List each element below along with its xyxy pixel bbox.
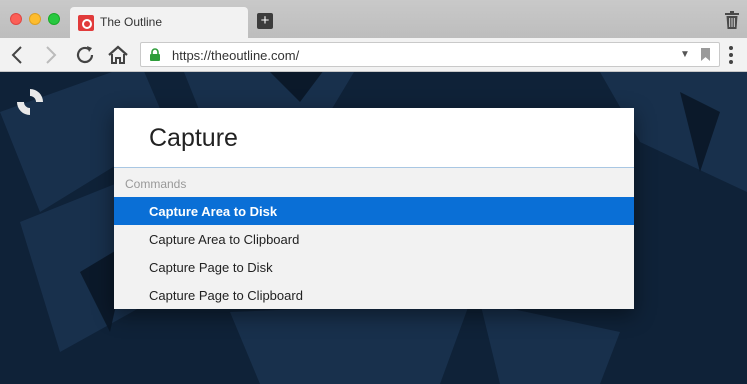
- command-label: Capture Area to Clipboard: [149, 232, 300, 247]
- command-label: Capture Area to Disk: [149, 204, 278, 219]
- chevron-left-icon[interactable]: [6, 43, 30, 67]
- url-dropdown-icon[interactable]: ▼: [680, 49, 690, 60]
- command-item[interactable]: Capture Area to Clipboard: [114, 225, 634, 253]
- new-tab-button[interactable]: +: [257, 13, 273, 29]
- section-label: Commands: [125, 177, 187, 191]
- command-item[interactable]: Capture Page to Clipboard: [114, 281, 634, 309]
- address-bar[interactable]: https://theoutline.com/ ▼: [140, 42, 720, 67]
- close-window-button[interactable]: [10, 13, 22, 25]
- palette-search-field[interactable]: Capture: [114, 108, 634, 168]
- trash-icon[interactable]: [724, 11, 740, 29]
- url-text[interactable]: https://theoutline.com/: [172, 48, 299, 63]
- home-icon[interactable]: [106, 43, 130, 67]
- chevron-right-icon[interactable]: [38, 43, 62, 67]
- maximize-window-button[interactable]: [48, 13, 60, 25]
- command-item[interactable]: Capture Page to Disk: [114, 253, 634, 281]
- reload-icon[interactable]: [73, 43, 97, 67]
- command-label: Capture Page to Clipboard: [149, 288, 303, 303]
- tab-title: The Outline: [100, 15, 163, 29]
- site-logo-icon[interactable]: [14, 86, 46, 118]
- command-item[interactable]: Capture Area to Disk: [114, 197, 634, 225]
- command-label: Capture Page to Disk: [149, 260, 273, 275]
- command-palette: Capture Commands Capture Area to Disk Ca…: [114, 108, 634, 309]
- tab-the-outline[interactable]: The Outline: [70, 7, 248, 38]
- lock-icon: [150, 48, 160, 61]
- window-titlebar: The Outline +: [0, 0, 747, 38]
- minimize-window-button[interactable]: [29, 13, 41, 25]
- palette-query-text[interactable]: Capture: [149, 124, 238, 153]
- site-favicon-icon: [78, 15, 94, 31]
- kebab-menu-icon[interactable]: [729, 46, 733, 64]
- bookmark-icon[interactable]: [701, 48, 710, 61]
- browser-toolbar: https://theoutline.com/ ▼: [0, 38, 747, 72]
